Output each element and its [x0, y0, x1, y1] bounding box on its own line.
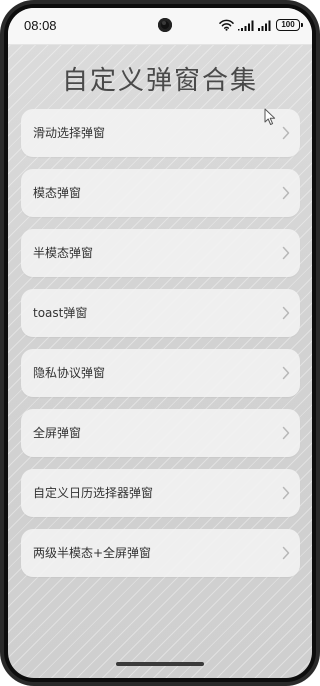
battery-icon: 100 — [276, 19, 303, 31]
home-indicator[interactable] — [116, 662, 204, 666]
menu-list: 滑动选择弹窗 模态弹窗 半模态弹窗 toast弹窗 隐私协议弹窗 全屏弹窗 自定… — [21, 109, 300, 589]
menu-item-fullscreen-dialog[interactable]: 全屏弹窗 — [21, 409, 300, 457]
chevron-right-icon — [282, 366, 290, 380]
menu-item-toast-dialog[interactable]: toast弹窗 — [21, 289, 300, 337]
chevron-right-icon — [282, 126, 290, 140]
chevron-right-icon — [282, 306, 290, 320]
menu-item-label: 滑动选择弹窗 — [33, 126, 106, 140]
menu-item-privacy-agreement-dialog[interactable]: 隐私协议弹窗 — [21, 349, 300, 397]
front-camera — [158, 18, 172, 32]
menu-item-label: 模态弹窗 — [33, 186, 82, 200]
menu-item-label: 两级半模态+全屏弹窗 — [33, 546, 152, 560]
menu-item-two-level-dialog[interactable]: 两级半模态+全屏弹窗 — [21, 529, 300, 577]
phone-bezel: 08:08 100 自定义弹窗合集 滑动选择弹窗 模态弹窗 半模态弹窗 toas… — [4, 4, 316, 682]
chevron-right-icon — [282, 426, 290, 440]
signal-icon — [258, 20, 271, 31]
menu-item-half-modal-dialog[interactable]: 半模态弹窗 — [21, 229, 300, 277]
status-time: 08:08 — [24, 18, 57, 33]
menu-item-label: 半模态弹窗 — [33, 246, 94, 260]
page-title: 自定义弹窗合集 — [61, 66, 258, 96]
phone-frame: 08:08 100 自定义弹窗合集 滑动选择弹窗 模态弹窗 半模态弹窗 toas… — [0, 0, 320, 686]
signal-icon — [238, 20, 254, 31]
status-bar: 08:08 100 — [8, 8, 312, 45]
menu-item-label: 全屏弹窗 — [33, 426, 82, 440]
chevron-right-icon — [282, 546, 290, 560]
chevron-right-icon — [282, 186, 290, 200]
menu-item-calendar-picker-dialog[interactable]: 自定义日历选择器弹窗 — [21, 469, 300, 517]
menu-item-label: toast弹窗 — [33, 306, 88, 320]
wifi-icon — [219, 19, 234, 31]
chevron-right-icon — [282, 246, 290, 260]
mouse-cursor-icon — [264, 108, 276, 125]
menu-item-modal-dialog[interactable]: 模态弹窗 — [21, 169, 300, 217]
app-screen: 08:08 100 自定义弹窗合集 滑动选择弹窗 模态弹窗 半模态弹窗 toas… — [8, 8, 312, 678]
menu-item-label: 自定义日历选择器弹窗 — [33, 486, 154, 500]
status-icons: 100 — [219, 17, 303, 33]
menu-item-slide-select-dialog[interactable]: 滑动选择弹窗 — [21, 109, 300, 157]
menu-item-label: 隐私协议弹窗 — [33, 366, 106, 380]
chevron-right-icon — [282, 486, 290, 500]
